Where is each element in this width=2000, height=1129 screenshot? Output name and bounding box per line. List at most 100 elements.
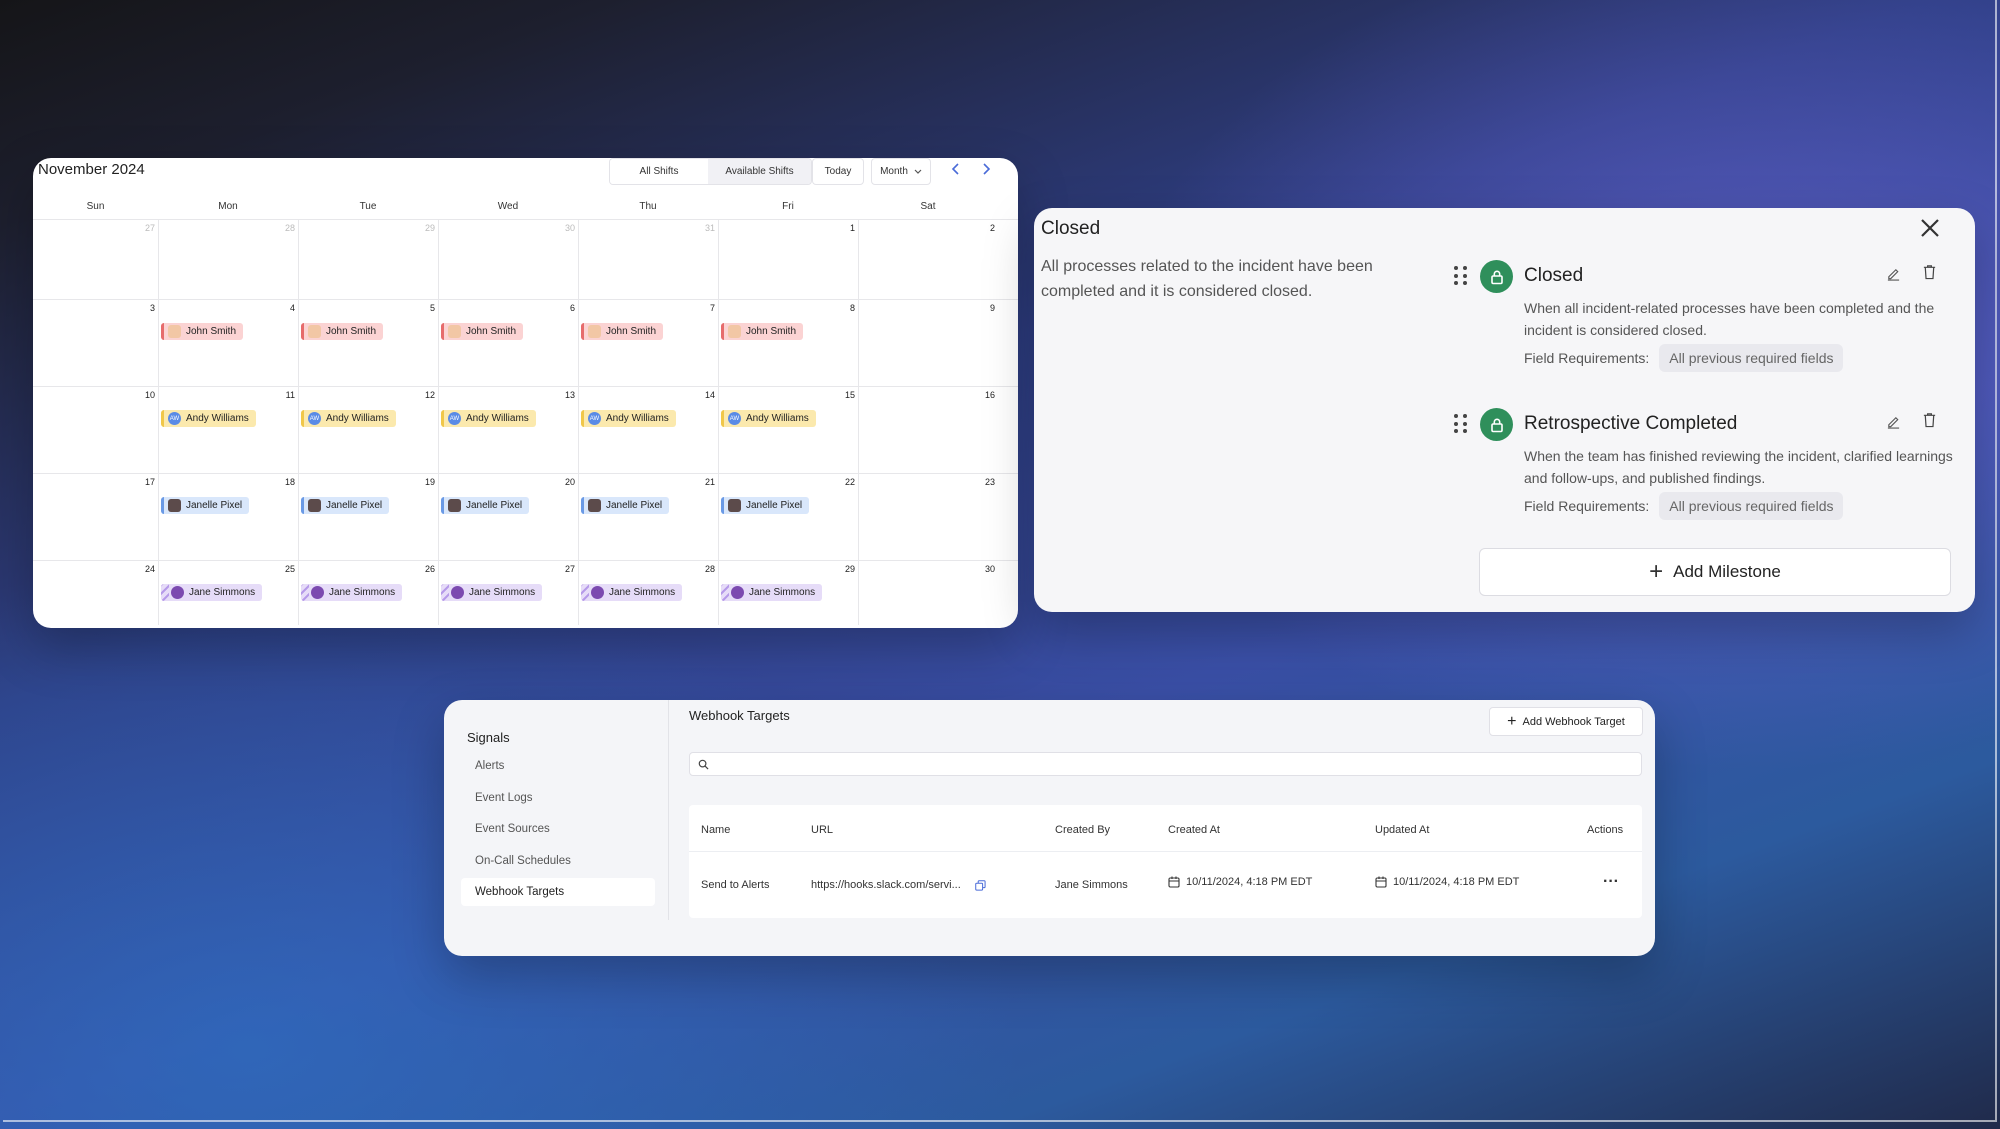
view-select[interactable]: Month bbox=[871, 158, 931, 185]
next-month-button[interactable] bbox=[981, 162, 991, 178]
calendar-day-cell[interactable]: 5 John Smith bbox=[298, 300, 438, 386]
shift-block[interactable]: Janelle Pixel bbox=[721, 497, 810, 514]
calendar-day-cell[interactable]: 19 Janelle Pixel bbox=[298, 474, 438, 560]
close-button[interactable] bbox=[1919, 216, 1941, 244]
calendar-day-cell[interactable]: 2 bbox=[858, 220, 998, 299]
add-milestone-button[interactable]: + Add Milestone bbox=[1479, 548, 1951, 596]
calendar-day-cell[interactable]: 25 Jane Simmons bbox=[158, 561, 298, 625]
shift-block[interactable]: Jane Simmons bbox=[721, 584, 823, 601]
avatar bbox=[591, 586, 604, 599]
column-header-created-by[interactable]: Created By bbox=[1055, 824, 1110, 836]
panel-title: Closed bbox=[1041, 218, 1101, 239]
drag-handle-icon[interactable] bbox=[1454, 414, 1468, 434]
calendar-day-cell[interactable]: 17 bbox=[33, 474, 158, 560]
shift-block[interactable]: Janelle Pixel bbox=[301, 497, 390, 514]
calendar-day-cell[interactable]: 8 John Smith bbox=[718, 300, 858, 386]
avatar bbox=[728, 499, 741, 512]
calendar-day-cell[interactable]: 9 bbox=[858, 300, 998, 386]
avatar bbox=[308, 325, 321, 338]
column-header-updated-at[interactable]: Updated At bbox=[1375, 824, 1429, 836]
milestone-item: Closed When all incident-related processe… bbox=[1454, 260, 1954, 380]
url-text: https://hooks.slack.com/servi... bbox=[811, 879, 961, 891]
avatar bbox=[168, 499, 181, 512]
shift-person-name: Jane Simmons bbox=[749, 587, 816, 598]
calendar-day-cell[interactable]: 27 bbox=[33, 220, 158, 299]
calendar-day-cell[interactable]: 23 bbox=[858, 474, 998, 560]
shift-block[interactable]: Janelle Pixel bbox=[581, 497, 670, 514]
avatar: AW bbox=[728, 412, 741, 425]
copy-icon[interactable] bbox=[975, 879, 986, 891]
shift-block[interactable]: Janelle Pixel bbox=[441, 497, 530, 514]
calendar-day-cell[interactable]: 3 bbox=[33, 300, 158, 386]
tab-available-shifts[interactable]: Available Shifts bbox=[708, 159, 811, 184]
delete-milestone-button[interactable] bbox=[1922, 264, 1937, 285]
shift-person-name: Andy Williams bbox=[466, 413, 529, 424]
shift-block[interactable]: AW Andy Williams bbox=[441, 410, 536, 427]
calendar-day-cell[interactable]: 6 John Smith bbox=[438, 300, 578, 386]
prev-month-button[interactable] bbox=[951, 162, 961, 178]
calendar-day-cell[interactable]: 10 bbox=[33, 387, 158, 473]
calendar-day-cell[interactable]: 14 AW Andy Williams bbox=[578, 387, 718, 473]
calendar-day-cell[interactable]: 27 Jane Simmons bbox=[438, 561, 578, 625]
shift-block[interactable]: AW Andy Williams bbox=[161, 410, 256, 427]
more-actions-icon[interactable]: ··· bbox=[1603, 873, 1619, 891]
shift-block[interactable]: John Smith bbox=[581, 323, 664, 340]
shift-block[interactable]: AW Andy Williams bbox=[301, 410, 396, 427]
calendar-day-cell[interactable]: 7 John Smith bbox=[578, 300, 718, 386]
field-requirements: Field Requirements: All previous required… bbox=[1524, 344, 1844, 372]
shift-block[interactable]: John Smith bbox=[441, 323, 524, 340]
tab-all-shifts[interactable]: All Shifts bbox=[610, 159, 708, 184]
calendar-day-cell[interactable]: 29 bbox=[298, 220, 438, 299]
calendar-day-cell[interactable]: 21 Janelle Pixel bbox=[578, 474, 718, 560]
shift-block[interactable]: Janelle Pixel bbox=[161, 497, 250, 514]
shift-block[interactable]: AW Andy Williams bbox=[721, 410, 816, 427]
day-number: 30 bbox=[564, 223, 575, 233]
calendar-day-cell[interactable]: 4 John Smith bbox=[158, 300, 298, 386]
column-header-created-at[interactable]: Created At bbox=[1168, 824, 1220, 836]
calendar-day-cell[interactable]: 31 bbox=[578, 220, 718, 299]
calendar-day-cell[interactable]: 1 bbox=[718, 220, 858, 299]
calendar-day-cell[interactable]: 28 bbox=[158, 220, 298, 299]
shift-block[interactable]: John Smith bbox=[721, 323, 804, 340]
shift-block[interactable]: John Smith bbox=[301, 323, 384, 340]
calendar-day-cell[interactable]: 30 bbox=[438, 220, 578, 299]
column-header-url[interactable]: URL bbox=[811, 824, 833, 836]
calendar-day-cell[interactable]: 11 AW Andy Williams bbox=[158, 387, 298, 473]
column-header-name[interactable]: Name bbox=[701, 824, 730, 836]
calendar-day-cell[interactable]: 18 Janelle Pixel bbox=[158, 474, 298, 560]
calendar-day-cell[interactable]: 28 Jane Simmons bbox=[578, 561, 718, 625]
calendar-day-cell[interactable]: 22 Janelle Pixel bbox=[718, 474, 858, 560]
calendar-week-row: 10 11 AW Andy Williams 12 AW Andy Williams 13 AW… bbox=[33, 386, 1018, 473]
shift-block[interactable]: AW Andy Williams bbox=[581, 410, 676, 427]
weekday-mon: Mon bbox=[218, 201, 238, 212]
sidebar-item-on-call-schedules[interactable]: On-Call Schedules bbox=[461, 847, 655, 875]
header-divider bbox=[689, 851, 1642, 852]
shift-block[interactable]: Jane Simmons bbox=[441, 584, 543, 601]
shift-block[interactable]: Jane Simmons bbox=[161, 584, 263, 601]
delete-milestone-button[interactable] bbox=[1922, 412, 1937, 433]
calendar-day-cell[interactable]: 16 bbox=[858, 387, 998, 473]
calendar-day-cell[interactable]: 30 bbox=[858, 561, 998, 625]
calendar-day-cell[interactable]: 20 Janelle Pixel bbox=[438, 474, 578, 560]
sidebar-item-webhook-targets[interactable]: Webhook Targets bbox=[461, 878, 655, 906]
calendar-day-cell[interactable]: 13 AW Andy Williams bbox=[438, 387, 578, 473]
calendar-day-cell[interactable]: 29 Jane Simmons bbox=[718, 561, 858, 625]
drag-handle-icon[interactable] bbox=[1454, 266, 1468, 286]
edit-milestone-button[interactable] bbox=[1886, 266, 1901, 286]
shift-block[interactable]: Jane Simmons bbox=[581, 584, 683, 601]
avatar: AW bbox=[588, 412, 601, 425]
calendar-day-cell[interactable]: 12 AW Andy Williams bbox=[298, 387, 438, 473]
edit-milestone-button[interactable] bbox=[1886, 414, 1901, 434]
add-webhook-target-button[interactable]: + Add Webhook Target bbox=[1489, 707, 1643, 736]
search-input[interactable] bbox=[715, 758, 1641, 770]
shift-block[interactable]: Jane Simmons bbox=[301, 584, 403, 601]
sidebar-item-alerts[interactable]: Alerts bbox=[461, 752, 655, 780]
sidebar-item-event-sources[interactable]: Event Sources bbox=[461, 815, 655, 843]
today-button[interactable]: Today bbox=[812, 158, 864, 185]
calendar-day-cell[interactable]: 15 AW Andy Williams bbox=[718, 387, 858, 473]
calendar-day-cell[interactable]: 24 bbox=[33, 561, 158, 625]
shift-block[interactable]: John Smith bbox=[161, 323, 244, 340]
calendar-day-cell[interactable]: 26 Jane Simmons bbox=[298, 561, 438, 625]
sidebar-divider bbox=[668, 700, 669, 920]
sidebar-item-event-logs[interactable]: Event Logs bbox=[461, 784, 655, 812]
